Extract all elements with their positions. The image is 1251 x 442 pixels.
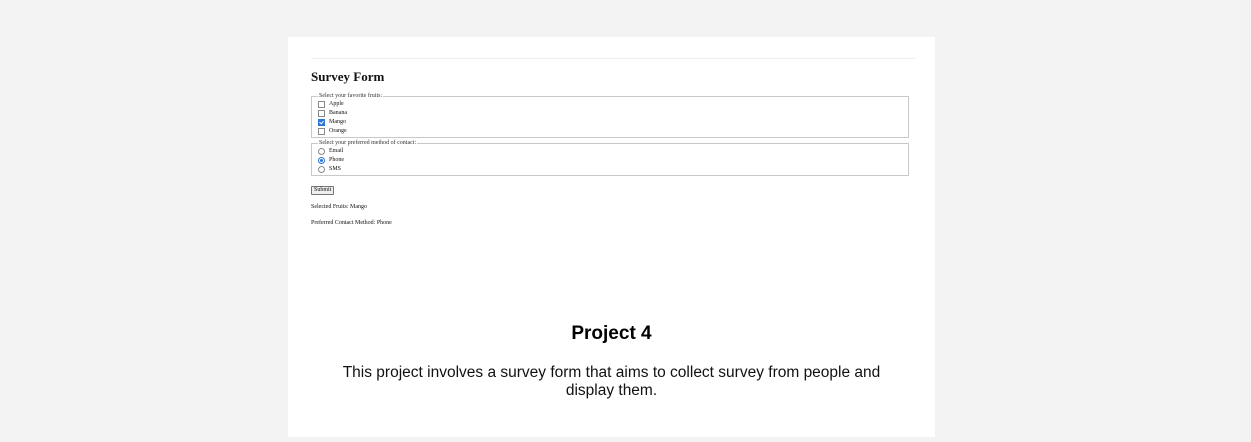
project-preview: Survey Form Select your favorite fruits:… — [311, 58, 915, 258]
orange-label: Orange — [329, 128, 347, 134]
fruit-option-mango[interactable]: Mango — [318, 118, 902, 127]
phone-radio[interactable] — [318, 157, 325, 164]
project-title: Project 4 — [571, 323, 652, 344]
divider — [311, 58, 915, 59]
sms-radio[interactable] — [318, 166, 325, 173]
fruit-option-orange[interactable]: Orange — [318, 127, 902, 136]
contact-option-sms[interactable]: SMS — [318, 165, 902, 174]
email-label: Email — [329, 148, 344, 154]
banana-label: Banana — [329, 110, 347, 116]
mango-checkbox[interactable] — [318, 119, 325, 126]
submit-button[interactable]: Submit — [311, 186, 335, 195]
email-radio[interactable] — [318, 148, 325, 155]
fruits-legend: Select your favorite fruits: — [319, 93, 383, 99]
phone-label: Phone — [329, 157, 344, 163]
mango-label: Mango — [329, 119, 346, 125]
survey-form-title: Survey Form — [311, 69, 385, 84]
selected-fruits-text: Selected Fruits: Mango — [311, 204, 367, 210]
apple-label: Apple — [329, 101, 344, 107]
contact-legend: Select your preferred method of contact: — [319, 140, 417, 146]
apple-checkbox[interactable] — [318, 101, 325, 108]
contact-option-phone[interactable]: Phone — [318, 156, 902, 165]
sms-label: SMS — [329, 166, 342, 172]
fruit-option-banana[interactable]: Banana — [318, 109, 902, 118]
orange-checkbox[interactable] — [318, 128, 325, 135]
banana-checkbox[interactable] — [318, 110, 325, 117]
contact-option-email[interactable]: Email — [318, 147, 902, 156]
project-card: Survey Form Select your favorite fruits:… — [288, 37, 935, 437]
project-description: This project involves a survey form that… — [342, 364, 881, 399]
fruit-option-apple[interactable]: Apple — [318, 100, 902, 109]
preferred-contact-text: Preferred Contact Method: Phone — [311, 220, 392, 226]
fruits-fieldset: Select your favorite fruits: Apple Banan… — [311, 93, 909, 138]
contact-fieldset: Select your preferred method of contact:… — [311, 140, 909, 176]
